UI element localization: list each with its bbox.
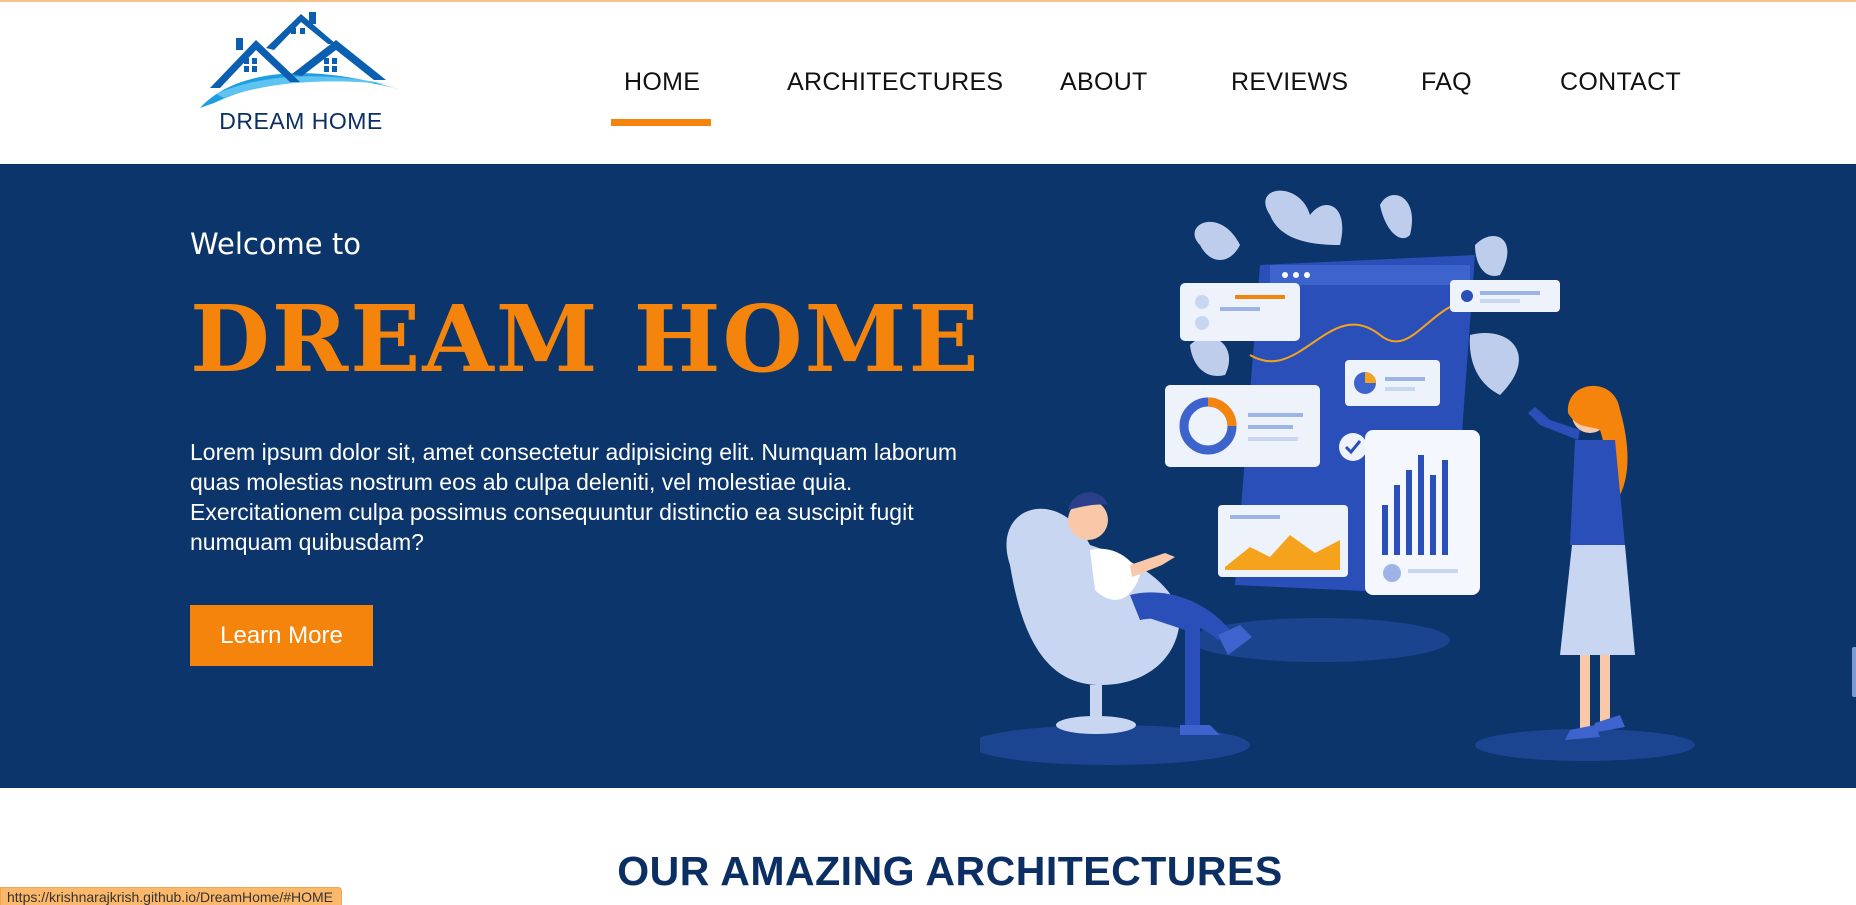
scroll-side-tab[interactable] xyxy=(1852,647,1856,697)
hero-title: DREAM HOME xyxy=(190,285,981,393)
hero-section: Welcome to DREAM HOME Lorem ipsum dolor … xyxy=(0,165,1856,788)
learn-more-button[interactable]: Learn More xyxy=(190,605,373,666)
hero-description: Lorem ipsum dolor sit, amet consectetur … xyxy=(190,439,957,555)
hero-illustration xyxy=(980,190,1695,765)
nav-item-faq[interactable]: FAQ xyxy=(1421,68,1472,97)
nav-item-home[interactable]: HOME xyxy=(624,68,700,97)
status-bar-url: https://krishnarajkrish.github.io/DreamH… xyxy=(0,887,343,905)
nav-item-about[interactable]: ABOUT xyxy=(1060,68,1148,97)
active-nav-indicator xyxy=(611,119,711,126)
nav-item-contact[interactable]: CONTACT xyxy=(1560,68,1681,97)
hero-welcome-text: Welcome to xyxy=(190,227,361,261)
main-nav: HOME ARCHITECTURES ABOUT REVIEWS FAQ CON… xyxy=(0,68,1856,128)
nav-item-architectures[interactable]: ARCHITECTURES xyxy=(787,68,1003,97)
site-header: DREAM HOME HOME ARCHITECTURES ABOUT REVI… xyxy=(0,2,1856,165)
nav-item-reviews[interactable]: REVIEWS xyxy=(1231,68,1348,97)
